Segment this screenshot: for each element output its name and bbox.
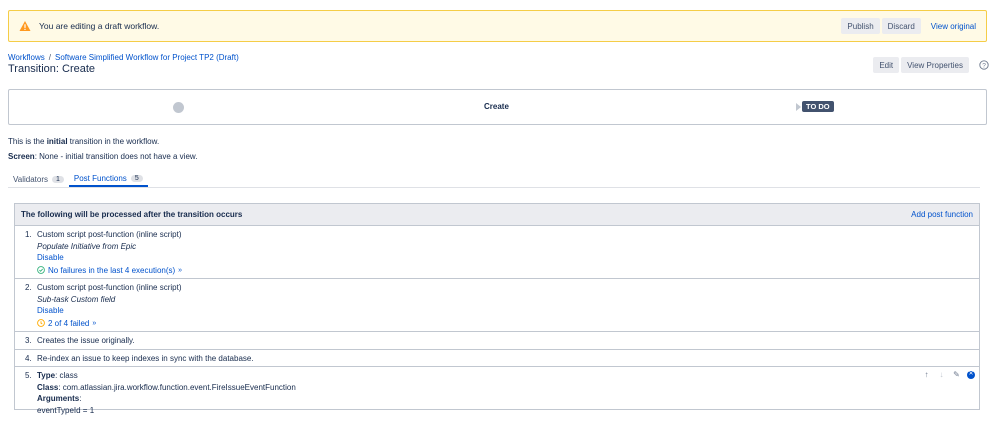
item-number: 1. (25, 230, 32, 239)
breadcrumb-workflow-name[interactable]: Software Simplified Workflow for Project… (55, 53, 239, 62)
item-class: Class: com.atlassian.jira.workflow.funct… (37, 382, 979, 394)
post-function-item: 1. Custom script post-function (inline s… (15, 226, 979, 279)
breadcrumb-workflows[interactable]: Workflows (8, 53, 45, 62)
info-text-pre: This is the (8, 137, 47, 146)
help-icon[interactable]: ? (979, 60, 989, 70)
discard-button[interactable]: Discard (881, 18, 921, 34)
item-number: 4. (25, 353, 32, 363)
banner-actions: Publish Discard View original (841, 18, 976, 34)
start-node (173, 102, 184, 113)
chevron-down-icon[interactable]: » (178, 265, 182, 277)
view-original-link[interactable]: View original (931, 22, 976, 31)
draft-banner: You are editing a draft workflow. Publis… (8, 10, 987, 42)
breadcrumb: Workflows / Software Simplified Workflow f… (8, 53, 239, 62)
draft-message: You are editing a draft workflow. (39, 21, 160, 31)
execution-status[interactable]: 2 of 4 failed » (37, 318, 979, 330)
tab-post-functions-count: 5 (130, 175, 143, 182)
check-circle-icon (37, 266, 45, 275)
info-text-post: transition in the workflow. (67, 137, 160, 146)
clock-icon (37, 319, 45, 328)
arguments-label: Arguments (37, 394, 80, 403)
tab-validators-label: Validators (13, 175, 48, 184)
chevron-down-icon[interactable]: » (92, 318, 96, 330)
item-number: 2. (25, 283, 32, 292)
page-title: Transition: Create (8, 63, 96, 75)
item-subtitle: Sub-task Custom field (37, 294, 116, 304)
tabs: Validators 1 Post Functions 5 (8, 172, 980, 188)
screen-label: Screen (8, 152, 35, 161)
item-tools: ↑ ↓ ✎ ✕ (922, 370, 975, 379)
add-post-function-link[interactable]: Add post function (911, 210, 973, 219)
post-functions-title: The following will be processed after th… (21, 210, 243, 219)
svg-text:?: ? (982, 62, 986, 69)
item-text: Creates the issue originally. (37, 336, 135, 345)
arrow-up-icon[interactable]: ↑ (922, 370, 931, 379)
arrow-down-icon[interactable]: ↓ (937, 370, 946, 379)
disable-link[interactable]: Disable (37, 306, 64, 315)
transition-name: Create (484, 102, 509, 111)
view-properties-button[interactable]: View Properties (901, 57, 969, 73)
execution-status-text[interactable]: No failures in the last 4 execution(s) (48, 265, 175, 277)
tab-validators-count: 1 (51, 176, 64, 183)
class-label: Class (37, 382, 59, 392)
tab-validators[interactable]: Validators 1 (8, 172, 69, 187)
type-value: : class (55, 371, 78, 380)
post-function-item: 5. Type: class Class: com.atlassian.jira… (15, 367, 979, 418)
delete-icon[interactable]: ✕ (967, 370, 975, 379)
post-functions-header: The following will be processed after th… (15, 204, 979, 226)
header-actions: Edit View Properties ? (873, 57, 989, 73)
class-value: : com.atlassian.jira.workflow.function.e… (58, 382, 296, 392)
transition-arrow (796, 103, 801, 111)
item-number: 3. (25, 336, 32, 345)
edit-button[interactable]: Edit (873, 57, 900, 73)
tab-post-functions[interactable]: Post Functions 5 (68, 172, 148, 187)
item-subtitle: Populate Initiative from Epic (37, 241, 137, 251)
item-title: Custom script post-function (inline scri… (37, 283, 182, 292)
item-title: Custom script post-function (inline scri… (37, 230, 182, 239)
execution-status-text[interactable]: 2 of 4 failed (48, 318, 89, 330)
arguments-colon: : (79, 394, 82, 403)
screen-info: Screen: None - initial transition does n… (8, 152, 197, 161)
execution-status[interactable]: No failures in the last 4 execution(s) » (37, 265, 979, 277)
publish-button[interactable]: Publish (841, 18, 880, 34)
transition-diagram: Create TO DO (8, 89, 987, 125)
pencil-icon[interactable]: ✎ (952, 370, 961, 379)
post-function-item: 2. Custom script post-function (inline s… (15, 279, 979, 332)
breadcrumb-separator: / (48, 53, 51, 62)
post-function-item: 3. Creates the issue originally. (15, 332, 979, 350)
info-initial: initial (46, 137, 68, 146)
item-arguments: Arguments: (37, 393, 979, 405)
argument-value: eventTypeId = 1 (37, 405, 95, 415)
status-lozenge: TO DO (802, 101, 834, 112)
type-label: Type (37, 371, 56, 380)
tab-post-functions-label: Post Functions (73, 174, 127, 183)
disable-link[interactable]: Disable (37, 253, 64, 262)
post-functions-panel: The following will be processed after th… (14, 203, 980, 415)
item-text: Re-index an issue to keep indexes in syn… (37, 353, 254, 363)
item-type: Type: class (37, 370, 979, 382)
post-function-item: 4. Re-index an issue to keep indexes in … (15, 350, 979, 367)
transition-info: This is the initial transition in the wo… (8, 137, 159, 146)
screen-value: : None - initial transition does not hav… (34, 152, 198, 161)
item-number: 5. (25, 371, 32, 380)
warning-icon (19, 20, 31, 32)
